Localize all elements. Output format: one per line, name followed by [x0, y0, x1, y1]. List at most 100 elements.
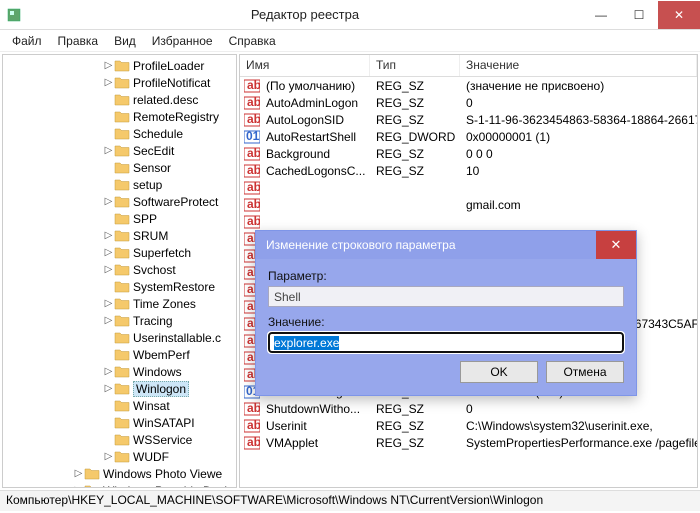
tree-label: Winsat — [133, 399, 170, 413]
tree-item[interactable]: ▷Windows — [3, 363, 236, 380]
tree-item[interactable]: WbemPerf — [3, 346, 236, 363]
tree-item[interactable]: SystemRestore — [3, 278, 236, 295]
list-row[interactable]: (По умолчанию)REG_SZ(значение не присвое… — [240, 77, 697, 94]
folder-icon — [114, 416, 130, 429]
menubar: Файл Правка Вид Избранное Справка — [0, 30, 700, 52]
expander-icon[interactable]: ▷ — [103, 383, 114, 394]
tree-item[interactable]: Winsat — [3, 397, 236, 414]
expander-icon[interactable]: ▷ — [103, 264, 114, 275]
tree-item[interactable]: ▷SecEdit — [3, 142, 236, 159]
titlebar: Редактор реестра — ☐ ✕ — [0, 0, 700, 30]
dialog-buttons: OK Отмена — [268, 361, 624, 383]
list-row[interactable]: VMAppletREG_SZSystemPropertiesPerformanc… — [240, 434, 697, 451]
folder-icon — [114, 280, 130, 293]
tree-item[interactable]: Schedule — [3, 125, 236, 142]
list-row[interactable]: ShutdownWitho...REG_SZ0 — [240, 400, 697, 417]
tree-item[interactable]: Sensor — [3, 159, 236, 176]
menu-file[interactable]: Файл — [4, 32, 50, 50]
expander-icon[interactable]: ▷ — [103, 451, 114, 462]
value-type-icon — [244, 113, 260, 127]
tree-item[interactable]: RemoteRegistry — [3, 108, 236, 125]
expander-icon[interactable]: ▷ — [103, 196, 114, 207]
maximize-button[interactable]: ☐ — [620, 1, 658, 29]
menu-edit[interactable]: Правка — [50, 32, 107, 50]
cell-name: AutoRestartShell — [260, 130, 370, 144]
tree-item[interactable]: ▷ Time Zones — [3, 295, 236, 312]
tree-label: Time Zones — [133, 297, 196, 311]
expander-icon[interactable]: ▷ — [103, 77, 114, 88]
folder-icon — [114, 144, 130, 157]
folder-icon — [114, 314, 130, 327]
list-row[interactable]: AutoRestartShellREG_DWORD0x00000001 (1) — [240, 128, 697, 145]
tree-item[interactable]: setup — [3, 176, 236, 193]
cell-value: 0 0 0 — [460, 147, 697, 161]
tree-label: setup — [133, 178, 162, 192]
tree-pane[interactable]: ▷ProfileLoader▷ProfileNotificatrelated.d… — [2, 54, 237, 488]
tree-item[interactable]: ▷Superfetch — [3, 244, 236, 261]
folder-icon — [114, 450, 130, 463]
folder-icon — [114, 399, 130, 412]
tree-label: Tracing — [133, 314, 173, 328]
tree-item[interactable]: ▷Svchost — [3, 261, 236, 278]
tree-item[interactable]: ▷Windows Photo Viewe — [3, 465, 236, 482]
expander-icon[interactable]: ▷ — [103, 247, 114, 258]
col-name[interactable]: Имя — [240, 55, 370, 76]
cell-type: REG_SZ — [370, 164, 460, 178]
minimize-button[interactable]: — — [582, 1, 620, 29]
expander-icon[interactable]: ▷ — [103, 298, 114, 309]
list-row[interactable] — [240, 213, 697, 230]
tree-item[interactable]: SPP — [3, 210, 236, 227]
folder-icon — [114, 297, 130, 310]
tree-item[interactable]: ▷ProfileLoader — [3, 57, 236, 74]
tree-label: WSService — [133, 433, 192, 447]
menu-favorites[interactable]: Избранное — [144, 32, 221, 50]
tree-label: Winlogon — [133, 381, 189, 397]
tree-item[interactable]: WSService — [3, 431, 236, 448]
cell-name: CachedLogonsC... — [260, 164, 370, 178]
tree-item[interactable]: ▷ProfileNotificat — [3, 74, 236, 91]
tree-item[interactable]: ▷ SoftwareProtect — [3, 193, 236, 210]
cell-value: (значение не присвоено) — [460, 79, 697, 93]
tree-item[interactable]: ▷ Tracing — [3, 312, 236, 329]
menu-help[interactable]: Справка — [221, 32, 284, 50]
expander-icon[interactable]: ▷ — [103, 366, 114, 377]
tree-item[interactable]: ▷ Winlogon — [3, 380, 236, 397]
expander-icon[interactable]: ▷ — [103, 60, 114, 71]
tree-item[interactable]: related.desc — [3, 91, 236, 108]
tree-item[interactable]: ▷WUDF — [3, 448, 236, 465]
col-value[interactable]: Значение — [460, 55, 697, 76]
tree-item[interactable]: ▷ SRUM — [3, 227, 236, 244]
list-row[interactable] — [240, 179, 697, 196]
list-row[interactable]: AutoLogonSIDREG_SZS-1-11-96-3623454863-5… — [240, 111, 697, 128]
tree-label: Windows Portable Devi — [103, 484, 227, 489]
tree-item[interactable]: WinSATAPI — [3, 414, 236, 431]
expander-icon[interactable]: ▷ — [73, 468, 84, 479]
expander-icon[interactable]: ▷ — [103, 145, 114, 156]
close-button[interactable]: ✕ — [658, 1, 700, 29]
value-type-icon — [244, 164, 260, 178]
value-type-icon — [244, 147, 260, 161]
cancel-button[interactable]: Отмена — [546, 361, 624, 383]
expander-icon[interactable]: ▷ — [103, 230, 114, 241]
cell-type: REG_SZ — [370, 147, 460, 161]
value-input[interactable] — [268, 332, 624, 353]
tree-label: SoftwareProtect — [133, 195, 218, 209]
ok-button[interactable]: OK — [460, 361, 538, 383]
expander-icon[interactable]: ▷ — [73, 485, 84, 488]
cell-value: gmail.com — [460, 198, 697, 212]
col-type[interactable]: Тип — [370, 55, 460, 76]
cell-type: REG_SZ — [370, 96, 460, 110]
dialog-close-button[interactable]: ✕ — [596, 231, 636, 259]
list-row[interactable]: BackgroundREG_SZ0 0 0 — [240, 145, 697, 162]
list-row[interactable]: gmail.com — [240, 196, 697, 213]
cell-name: VMApplet — [260, 436, 370, 450]
tree-item[interactable]: Userinstallable.c — [3, 329, 236, 346]
list-row[interactable]: UserinitREG_SZC:\Windows\system32\userin… — [240, 417, 697, 434]
list-row[interactable]: AutoAdminLogonREG_SZ0 — [240, 94, 697, 111]
expander-icon[interactable]: ▷ — [103, 315, 114, 326]
tree-label: SRUM — [133, 229, 168, 243]
menu-view[interactable]: Вид — [106, 32, 144, 50]
tree-item[interactable]: ▷ Windows Portable Devi — [3, 482, 236, 488]
list-row[interactable]: CachedLogonsC...REG_SZ10 — [240, 162, 697, 179]
tree-label: WinSATAPI — [133, 416, 195, 430]
